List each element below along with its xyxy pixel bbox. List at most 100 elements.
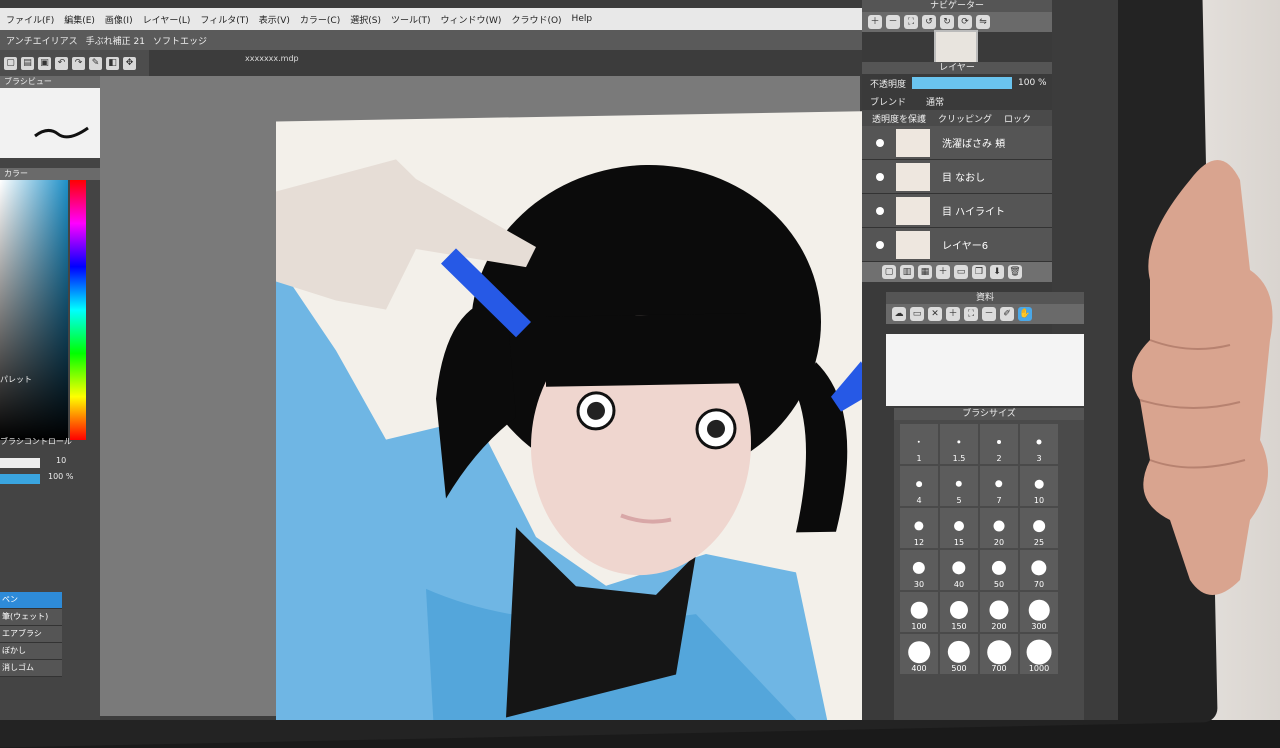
new-file-icon[interactable]: ▢ xyxy=(4,56,17,70)
brush-size-cell[interactable]: 40 xyxy=(940,550,978,590)
tool-item-blur[interactable]: ぼかし xyxy=(0,643,62,660)
stabilizer-setting[interactable]: 手ぶれ補正 21 xyxy=(86,34,145,47)
layer-row[interactable]: 目 なおし xyxy=(862,160,1052,194)
menu-item[interactable]: フィルタ(T) xyxy=(200,13,248,26)
brush-size-cell[interactable]: 3 xyxy=(1020,424,1058,464)
fit-icon[interactable]: ⛶ xyxy=(964,307,978,321)
brush-size-cell[interactable]: 2 xyxy=(980,424,1018,464)
brush-size-cell[interactable]: 7 xyxy=(980,466,1018,506)
antialias-checkbox[interactable]: アンチエイリアス xyxy=(6,34,78,47)
brush-size-label: 30 xyxy=(913,580,925,589)
brush-size-cell[interactable]: 4 xyxy=(900,466,938,506)
menu-item[interactable]: レイヤー(L) xyxy=(143,13,191,26)
brush-size-cell[interactable]: 400 xyxy=(900,634,938,674)
zoom-out-icon[interactable]: － xyxy=(982,307,996,321)
brush-size-cell[interactable]: 30 xyxy=(900,550,938,590)
menu-item[interactable]: ウィンドウ(W) xyxy=(441,13,502,26)
tool-item-wet-brush[interactable]: 筆(ウェット) xyxy=(0,609,62,626)
menu-item[interactable]: 選択(S) xyxy=(350,13,381,26)
eyedropper-icon[interactable]: ✐ xyxy=(1000,307,1014,321)
menu-item[interactable]: ツール(T) xyxy=(391,13,431,26)
flip-icon[interactable]: ⇋ xyxy=(976,15,990,29)
undo-icon[interactable]: ↶ xyxy=(55,56,68,70)
fit-icon[interactable]: ⛶ xyxy=(904,15,918,29)
brush-size-cell[interactable]: 70 xyxy=(1020,550,1058,590)
duplicate-icon[interactable]: ❐ xyxy=(972,265,986,279)
visibility-icon[interactable] xyxy=(876,240,884,249)
protect-transparency-checkbox[interactable]: 透明度を保護 xyxy=(872,112,926,125)
reset-icon[interactable]: ⟳ xyxy=(958,15,972,29)
menu-item[interactable]: 編集(E) xyxy=(64,13,95,26)
tool-item-pen[interactable]: ペン xyxy=(0,592,62,609)
menu-item[interactable]: Help xyxy=(572,14,593,24)
menu-item[interactable]: 表示(V) xyxy=(259,13,290,26)
zoom-in-icon[interactable]: ＋ xyxy=(868,15,882,29)
soft-edge-checkbox[interactable]: ソフトエッジ xyxy=(153,34,207,47)
layer-row[interactable]: 目 ハイライト xyxy=(862,194,1052,228)
menu-item[interactable]: クラウド(O) xyxy=(511,13,561,26)
brush-size-cell[interactable]: 15 xyxy=(940,508,978,548)
brush-size-cell[interactable]: 10 xyxy=(1020,466,1058,506)
folder-open-icon[interactable]: ▭ xyxy=(910,307,924,321)
brush-size-cell[interactable]: 200 xyxy=(980,592,1018,632)
add-layer-icon[interactable]: ＋ xyxy=(936,265,950,279)
delete-layer-icon[interactable]: 🗑 xyxy=(1008,265,1022,279)
close-icon[interactable]: ✕ xyxy=(928,307,942,321)
visibility-icon[interactable] xyxy=(876,138,884,147)
pen-tool-icon[interactable]: ✎ xyxy=(89,56,102,70)
new-layer-icon[interactable]: ▢ xyxy=(882,265,896,279)
brush-size-cell[interactable]: 1000 xyxy=(1020,634,1058,674)
brush-tool-list: ペン 筆(ウェット) エアブラシ ぼかし 消しゴム xyxy=(0,592,62,677)
blend-mode-select[interactable]: 通常 xyxy=(926,95,944,108)
layer-row[interactable]: レイヤー6 xyxy=(862,228,1052,262)
menu-item[interactable]: 画像(I) xyxy=(105,13,133,26)
brush-size-cell[interactable]: 300 xyxy=(1020,592,1058,632)
brush-stroke-preview xyxy=(0,88,100,158)
folder-icon[interactable]: ▭ xyxy=(954,265,968,279)
tool-item-airbrush[interactable]: エアブラシ xyxy=(0,626,62,643)
hue-slider[interactable] xyxy=(70,180,86,440)
menu-item[interactable]: カラー(C) xyxy=(300,13,340,26)
brush-size-cell[interactable]: 700 xyxy=(980,634,1018,674)
select-icon[interactable]: ◧ xyxy=(106,56,119,70)
brush-size-cell[interactable]: 500 xyxy=(940,634,978,674)
brush-opacity-slider[interactable] xyxy=(0,474,40,484)
materials-view[interactable] xyxy=(886,334,1084,406)
zoom-in-icon[interactable]: ＋ xyxy=(946,307,960,321)
brush-size-cell[interactable]: 1.5 xyxy=(940,424,978,464)
brush-size-slider[interactable] xyxy=(0,458,40,468)
visibility-icon[interactable] xyxy=(876,206,884,215)
cloud-icon[interactable]: ☁ xyxy=(892,307,906,321)
new-8bit-layer-icon[interactable]: ▦ xyxy=(918,265,932,279)
tool-item-eraser[interactable]: 消しゴム xyxy=(0,660,62,677)
merge-down-icon[interactable]: ⬇ xyxy=(990,265,1004,279)
brush-size-cell[interactable]: 100 xyxy=(900,592,938,632)
brush-size-cell[interactable]: 50 xyxy=(980,550,1018,590)
lock-checkbox[interactable]: ロック xyxy=(1004,112,1031,125)
color-saturation-picker[interactable] xyxy=(0,180,68,440)
brush-size-cell[interactable]: 20 xyxy=(980,508,1018,548)
brush-size-cell[interactable]: 1 xyxy=(900,424,938,464)
brush-size-cell[interactable]: 5 xyxy=(940,466,978,506)
rotate-left-icon[interactable]: ↺ xyxy=(922,15,936,29)
brush-size-cell[interactable]: 25 xyxy=(1020,508,1058,548)
save-icon[interactable]: ▣ xyxy=(38,56,51,70)
redo-icon[interactable]: ↷ xyxy=(72,56,85,70)
navigator-thumbnail[interactable] xyxy=(934,30,978,64)
layer-row[interactable]: 洗濯ばさみ 頬 xyxy=(862,126,1052,160)
rotate-right-icon[interactable]: ↻ xyxy=(940,15,954,29)
layer-opacity-slider[interactable] xyxy=(912,77,1013,89)
clipping-checkbox[interactable]: クリッピング xyxy=(938,112,992,125)
hand-tool-icon[interactable]: ✋ xyxy=(1018,307,1032,321)
zoom-out-icon[interactable]: － xyxy=(886,15,900,29)
brush-size-dot xyxy=(912,561,926,575)
layer-toolbar: ▢ ▥ ▦ ＋ ▭ ❐ ⬇ 🗑 xyxy=(862,262,1052,282)
drawing-canvas[interactable] xyxy=(276,110,906,720)
open-icon[interactable]: ▤ xyxy=(21,56,34,70)
visibility-icon[interactable] xyxy=(876,172,884,181)
brush-size-cell[interactable]: 12 xyxy=(900,508,938,548)
menu-item[interactable]: ファイル(F) xyxy=(6,13,54,26)
move-icon[interactable]: ✥ xyxy=(123,56,136,70)
new-halftone-layer-icon[interactable]: ▥ xyxy=(900,265,914,279)
brush-size-cell[interactable]: 150 xyxy=(940,592,978,632)
